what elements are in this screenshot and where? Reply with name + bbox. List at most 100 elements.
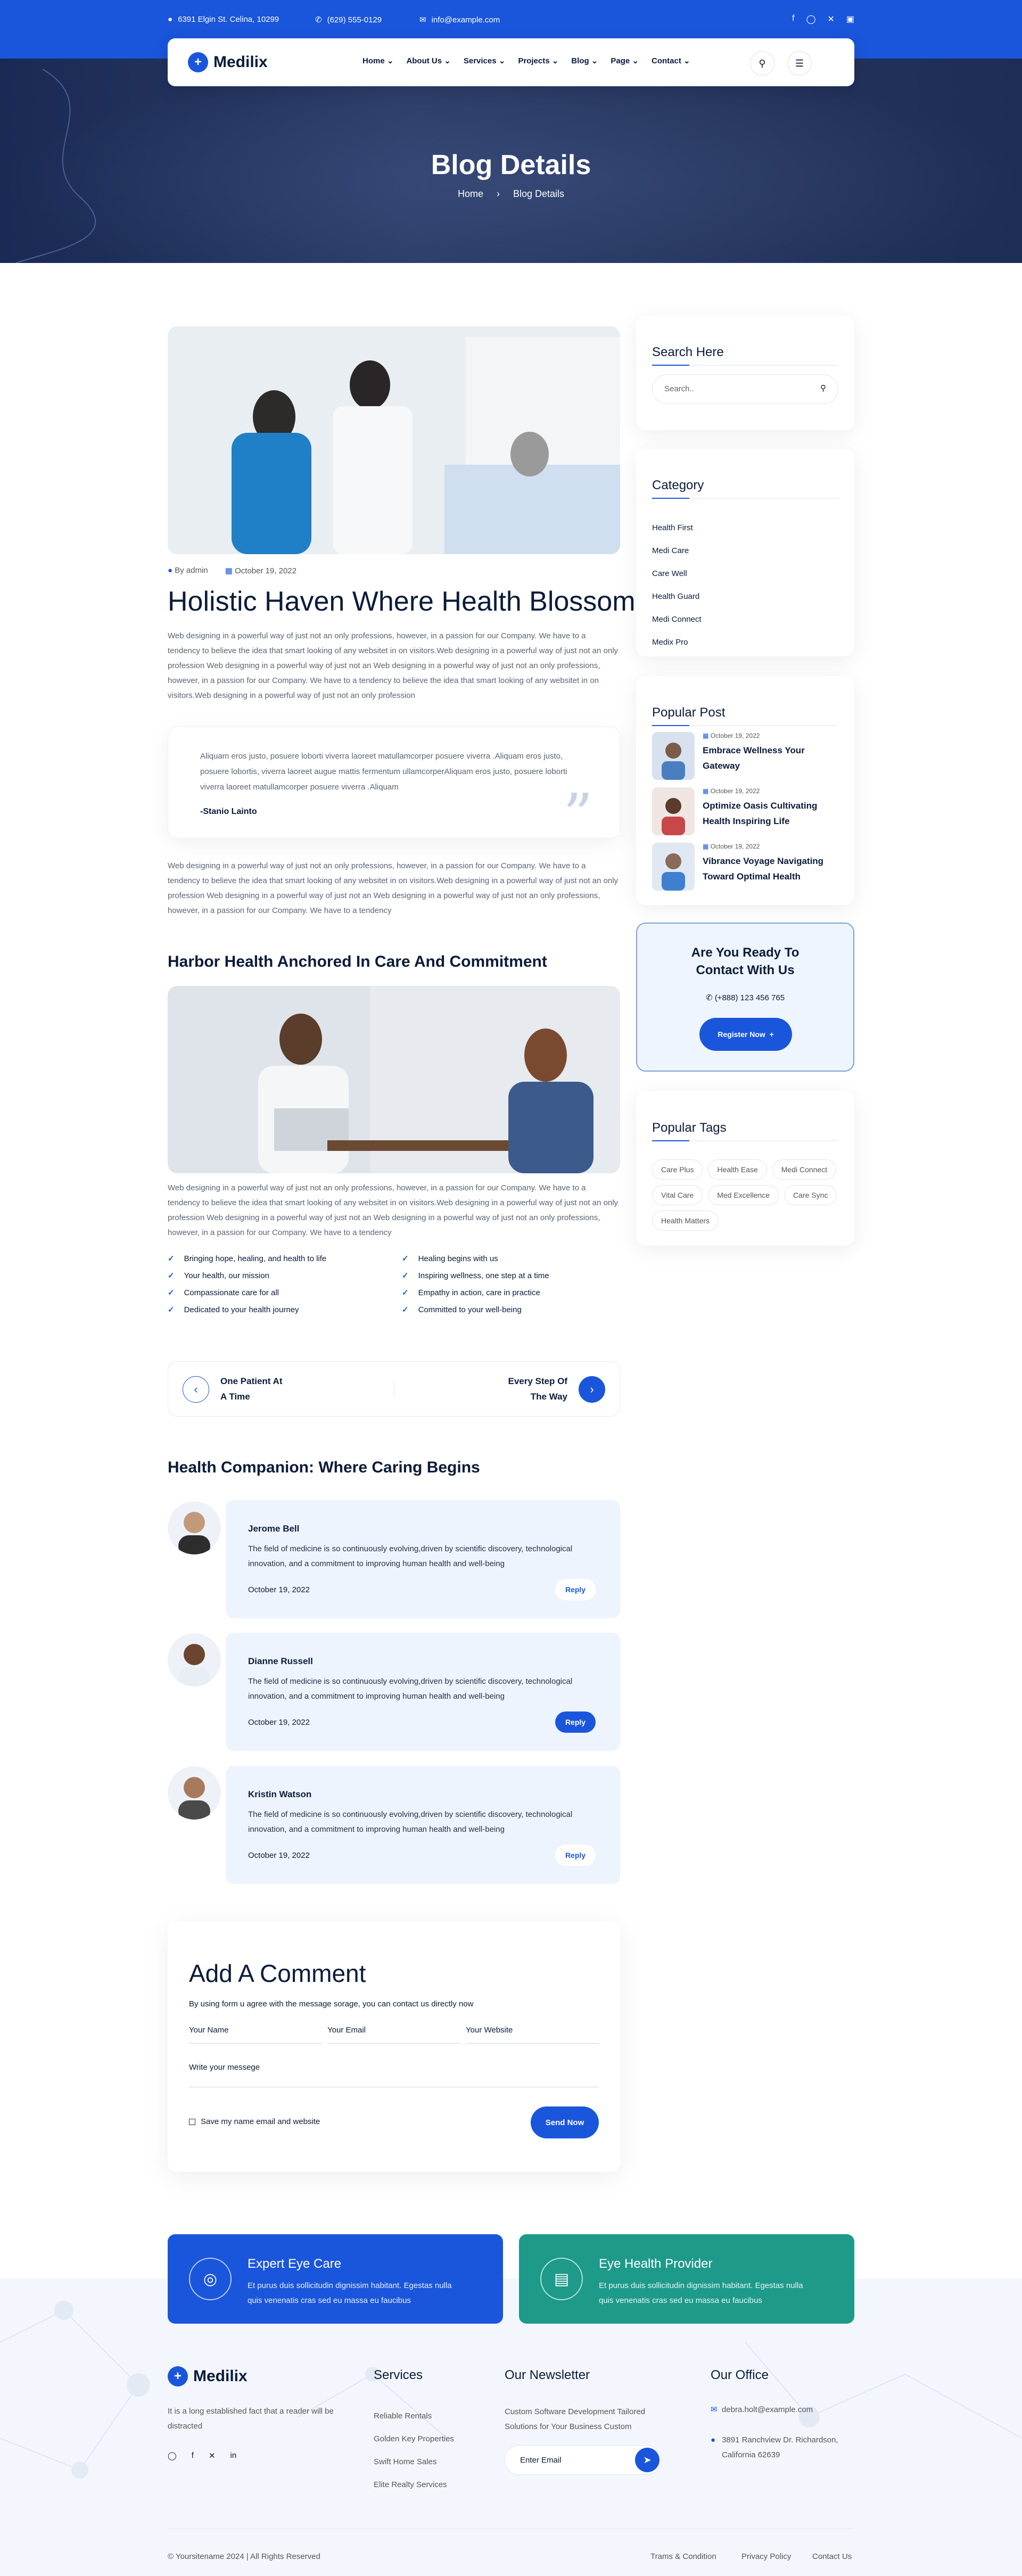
category-item[interactable]: Medi Connect xyxy=(652,608,702,631)
instagram-icon[interactable]: ◯ xyxy=(806,14,816,24)
category-item[interactable]: Medix Pro xyxy=(652,631,702,654)
nav-projects[interactable]: Projects ⌄ xyxy=(518,56,558,65)
office-email[interactable]: ✉ debra.holt@example.com xyxy=(711,2405,813,2414)
nav-page[interactable]: Page ⌄ xyxy=(611,56,639,65)
tag[interactable]: Medi Connect xyxy=(772,1159,837,1180)
message-field[interactable]: Write your messege xyxy=(189,2063,599,2087)
service-link[interactable]: Elite Realty Services xyxy=(374,2473,454,2496)
email-info[interactable]: ✉ info@example.com xyxy=(419,15,500,25)
post-author[interactable]: ● By admin xyxy=(168,566,208,575)
title-underline xyxy=(652,498,838,499)
next-post-title[interactable]: Every Step Of The Way xyxy=(508,1373,568,1404)
contact-link[interactable]: Contact Us xyxy=(812,2552,852,2561)
facebook-icon[interactable]: f xyxy=(192,2451,194,2460)
linkedin-icon[interactable]: ▣ xyxy=(846,14,854,24)
search-button[interactable]: ⚲ xyxy=(750,51,774,76)
calendar-icon: ▦ xyxy=(703,787,709,795)
widget-title: Category xyxy=(652,478,704,492)
send-button[interactable]: Send Now xyxy=(531,2106,599,2138)
email-text: info@example.com xyxy=(431,15,500,24)
register-button[interactable]: Register Now + xyxy=(699,1018,792,1051)
cta-phone[interactable]: ✆ (+888) 123 456 765 xyxy=(637,993,853,1002)
eye-health-provider-card[interactable]: ▤ Eye Health Provider Et purus duis soll… xyxy=(519,2234,854,2324)
tag[interactable]: Health Ease xyxy=(708,1159,767,1180)
eye-care-icon: ◎ xyxy=(189,2258,232,2300)
chevron-left-icon: ‹ xyxy=(194,1382,198,1396)
nav-contact[interactable]: Contact ⌄ xyxy=(652,56,690,65)
x-icon[interactable]: ✕ xyxy=(209,2451,216,2460)
category-item[interactable]: Care Well xyxy=(652,562,702,585)
prev-post-button[interactable]: ‹ xyxy=(183,1376,209,1403)
phone-info[interactable]: ✆ (629) 555-0129 xyxy=(315,15,382,25)
breadcrumb-home[interactable]: Home xyxy=(458,188,483,199)
tag[interactable]: Health Matters xyxy=(652,1211,719,1231)
comment-card: Dianne Russell The field of medicine is … xyxy=(226,1633,620,1751)
brand-logo[interactable]: + Medilix xyxy=(188,52,268,72)
name-field[interactable]: Your Name xyxy=(189,2026,322,2044)
comment-text: The field of medicine is so continuously… xyxy=(248,1544,573,1568)
popular-post-title[interactable]: Embrace Wellness Your Gateway xyxy=(703,743,838,773)
check-item: ✓ Committed to your well-being xyxy=(402,1305,522,1314)
post-date: ▦ October 19, 2022 xyxy=(225,566,297,575)
facebook-icon[interactable]: f xyxy=(792,14,794,24)
popular-post-date: ▦ October 19, 2022 xyxy=(703,787,760,795)
tag[interactable]: Care Plus xyxy=(652,1159,703,1180)
service-link[interactable]: Reliable Rentals xyxy=(374,2405,454,2427)
menu-button[interactable]: ☰ xyxy=(787,51,812,76)
address-text: 6391 Elgin St. Celina, 10299 xyxy=(178,15,279,24)
nav-services[interactable]: Services ⌄ xyxy=(464,56,505,65)
footer-logo[interactable]: + Medilix xyxy=(168,2366,248,2386)
form-title: Add A Comment xyxy=(189,1960,366,1987)
form-subtitle: By using form u agree with the message s… xyxy=(189,1999,474,2009)
popular-post-item[interactable]: ▦ October 19, 2022 Embrace Wellness Your… xyxy=(652,732,838,780)
popular-post-title[interactable]: Vibrance Voyage Navigating Toward Optima… xyxy=(703,853,838,884)
mail-icon: ✉ xyxy=(419,15,426,24)
nav-about[interactable]: About Us ⌄ xyxy=(406,56,450,65)
popular-post-item[interactable]: ▦ October 19, 2022 Vibrance Voyage Navig… xyxy=(652,843,838,891)
comment-text: The field of medicine is so continuously… xyxy=(248,1677,573,1701)
linkedin-icon[interactable]: in xyxy=(230,2451,237,2460)
check-icon: ✓ xyxy=(402,1305,409,1314)
popular-post-item[interactable]: ▦ October 19, 2022 Optimize Oasis Cultiv… xyxy=(652,787,838,835)
newsletter-submit-button[interactable]: ➤ xyxy=(635,2448,660,2472)
reply-button[interactable]: Reply xyxy=(555,1711,596,1733)
calendar-icon: ▦ xyxy=(703,843,709,850)
service-link[interactable]: Golden Key Properties xyxy=(374,2427,454,2450)
expert-eye-care-card[interactable]: ◎ Expert Eye Care Et purus duis sollicit… xyxy=(168,2234,503,2324)
category-item[interactable]: Health First xyxy=(652,516,702,539)
next-post-button[interactable]: › xyxy=(579,1376,605,1403)
copyright: © Yoursitename 2024 | All Rights Reserve… xyxy=(168,2552,320,2561)
avatar xyxy=(168,1501,221,1554)
sidebar-search-input[interactable]: Search.. ⚲ xyxy=(652,374,838,404)
tag[interactable]: Med Excellence xyxy=(708,1185,779,1205)
location-icon: ● xyxy=(711,2435,716,2445)
prev-post-title[interactable]: One Patient At A Time xyxy=(220,1373,283,1404)
nav-home[interactable]: Home ⌄ xyxy=(362,56,393,65)
privacy-link[interactable]: Privacy Policy xyxy=(741,2552,791,2561)
popular-post-thumb xyxy=(652,843,695,891)
reply-button[interactable]: Reply xyxy=(555,1579,596,1600)
terms-link[interactable]: Trams & Condition xyxy=(650,2552,716,2561)
email-field[interactable]: Your Email xyxy=(327,2026,460,2044)
x-icon[interactable]: ✕ xyxy=(827,14,834,24)
website-field[interactable]: Your Website xyxy=(466,2026,599,2044)
title-underline xyxy=(652,1140,838,1141)
service-link[interactable]: Swift Home Sales xyxy=(374,2450,454,2473)
logo-icon: + xyxy=(168,2366,188,2386)
comment-date: October 19, 2022 xyxy=(248,1851,310,1860)
mail-icon: ✉ xyxy=(711,2405,718,2414)
save-info-checkbox[interactable]: Save my name email and website xyxy=(189,2117,320,2126)
reply-button[interactable]: Reply xyxy=(555,1845,596,1866)
category-item[interactable]: Medi Care xyxy=(652,539,702,562)
tag[interactable]: Care Sync xyxy=(784,1185,837,1205)
nav-blog[interactable]: Blog ⌄ xyxy=(571,56,598,65)
quote-text: Aliquam eros justo, posuere loborti vive… xyxy=(200,752,567,792)
comment-author: Dianne Russell xyxy=(248,1656,313,1666)
category-item[interactable]: Health Guard xyxy=(652,585,702,608)
calendar-icon: ▦ xyxy=(703,732,709,739)
newsletter-text: Custom Software Development Tailored Sol… xyxy=(505,2407,646,2431)
tag[interactable]: Vital Care xyxy=(652,1185,703,1205)
popular-post-title[interactable]: Optimize Oasis Cultivating Health Inspir… xyxy=(703,798,838,829)
check-icon: ✓ xyxy=(402,1288,409,1297)
instagram-icon[interactable]: ◯ xyxy=(168,2451,177,2460)
